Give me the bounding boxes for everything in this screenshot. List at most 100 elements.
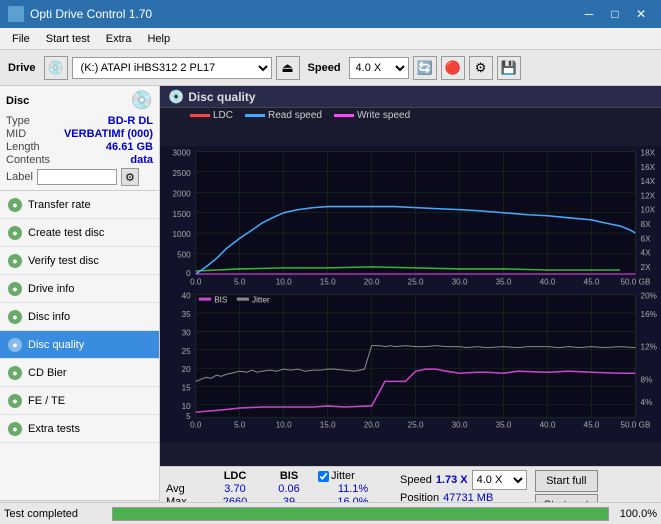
svg-text:5.0: 5.0 xyxy=(234,277,246,286)
svg-text:20.0: 20.0 xyxy=(364,420,380,429)
svg-text:20%: 20% xyxy=(641,292,657,301)
burn-button[interactable]: 🔴 xyxy=(441,56,465,80)
svg-text:20: 20 xyxy=(182,365,192,374)
jitter-checkbox[interactable] xyxy=(318,471,329,482)
svg-text:2500: 2500 xyxy=(173,169,192,178)
drive-icon-btn[interactable]: 💿 xyxy=(44,56,68,80)
nav-cd-bier[interactable]: ● CD Bier xyxy=(0,359,159,387)
menu-start-test[interactable]: Start test xyxy=(38,31,98,47)
disc-mid-label: MID xyxy=(6,128,26,140)
disc-label-label: Label xyxy=(6,171,33,183)
nav-label-create-test: Create test disc xyxy=(28,227,104,239)
nav-disc-info[interactable]: ● Disc info xyxy=(0,303,159,331)
top-chart-legend: LDC Read speed Write speed xyxy=(160,108,661,123)
refresh-button[interactable]: 🔄 xyxy=(413,56,437,80)
svg-text:40.0: 40.0 xyxy=(540,420,556,429)
svg-text:12X: 12X xyxy=(641,191,656,200)
nav-drive-info[interactable]: ● Drive info xyxy=(0,275,159,303)
svg-text:20.0: 20.0 xyxy=(364,277,380,286)
nav-icon-extra-tests: ● xyxy=(8,422,22,436)
svg-text:35: 35 xyxy=(182,310,192,319)
settings-button[interactable]: ⚙ xyxy=(469,56,493,80)
drive-select[interactable]: (K:) ATAPI iHBS312 2 PL17 xyxy=(72,57,272,79)
svg-text:30: 30 xyxy=(182,328,192,337)
status-text: Test completed xyxy=(4,508,104,520)
stats-avg-jitter: 11.1% xyxy=(318,483,388,495)
legend-read-speed-color xyxy=(245,114,265,117)
disc-contents-value: data xyxy=(130,154,153,166)
stats-avg-bis: 0.06 xyxy=(264,483,314,495)
svg-text:10.0: 10.0 xyxy=(276,420,292,429)
save-button[interactable]: 💾 xyxy=(497,56,521,80)
svg-text:15.0: 15.0 xyxy=(320,420,336,429)
svg-text:45.0: 45.0 xyxy=(584,277,600,286)
speed-label: Speed xyxy=(304,62,345,74)
svg-text:8X: 8X xyxy=(641,220,652,229)
svg-text:8%: 8% xyxy=(641,375,653,384)
disc-type-label: Type xyxy=(6,115,30,127)
nav-label-transfer-rate: Transfer rate xyxy=(28,199,91,211)
disc-contents-row: Contents data xyxy=(6,154,153,166)
nav-icon-verify-test: ● xyxy=(8,254,22,268)
nav-items: ● Transfer rate ● Create test disc ● Ver… xyxy=(0,191,159,500)
close-button[interactable]: ✕ xyxy=(629,5,653,23)
legend-ldc: LDC xyxy=(190,110,233,121)
svg-text:4%: 4% xyxy=(641,398,653,407)
toolbar: Drive 💿 (K:) ATAPI iHBS312 2 PL17 ⏏ Spee… xyxy=(0,50,661,86)
menu-extra[interactable]: Extra xyxy=(98,31,140,47)
nav-label-fe-te: FE / TE xyxy=(28,395,65,407)
svg-text:2000: 2000 xyxy=(173,189,192,198)
menu-help[interactable]: Help xyxy=(139,31,178,47)
svg-text:15.0: 15.0 xyxy=(320,277,336,286)
nav-icon-disc-quality: ● xyxy=(8,338,22,352)
maximize-button[interactable]: □ xyxy=(603,5,627,23)
nav-create-test-disc[interactable]: ● Create test disc xyxy=(0,219,159,247)
nav-label-cd-bier: CD Bier xyxy=(28,367,67,379)
eject-button[interactable]: ⏏ xyxy=(276,56,300,80)
svg-text:2X: 2X xyxy=(641,263,652,272)
svg-text:Jitter: Jitter xyxy=(252,296,270,305)
nav-transfer-rate[interactable]: ● Transfer rate xyxy=(0,191,159,219)
start-full-button[interactable]: Start full xyxy=(535,470,598,492)
menubar: File Start test Extra Help xyxy=(0,28,661,50)
nav-label-verify-test: Verify test disc xyxy=(28,255,99,267)
nav-icon-drive-info: ● xyxy=(8,282,22,296)
svg-text:50.0 GB: 50.0 GB xyxy=(620,420,650,429)
svg-text:45.0: 45.0 xyxy=(584,420,600,429)
nav-disc-quality[interactable]: ● Disc quality xyxy=(0,331,159,359)
stats-empty xyxy=(166,470,206,482)
stats-ldc-header: LDC xyxy=(210,470,260,482)
menu-file[interactable]: File xyxy=(4,31,38,47)
nav-icon-disc-info: ● xyxy=(8,310,22,324)
svg-text:50.0 GB: 50.0 GB xyxy=(620,277,650,286)
disc-label-input[interactable] xyxy=(37,169,117,185)
svg-text:18X: 18X xyxy=(641,148,656,157)
stats-bis-header: BIS xyxy=(264,470,314,482)
disc-type-row: Type BD-R DL xyxy=(6,115,153,127)
svg-text:10.0: 10.0 xyxy=(276,277,292,286)
svg-text:35.0: 35.0 xyxy=(496,420,512,429)
svg-text:6X: 6X xyxy=(641,234,652,243)
stats-avg-label: Avg xyxy=(166,483,206,495)
jitter-label: Jitter xyxy=(331,470,355,482)
svg-text:35.0: 35.0 xyxy=(496,277,512,286)
titlebar-controls: ─ □ ✕ xyxy=(577,5,653,23)
nav-extra-tests[interactable]: ● Extra tests xyxy=(0,415,159,443)
main-layout: Disc 💿 Type BD-R DL MID VERBATIMf (000) … xyxy=(0,86,661,524)
titlebar: Opti Drive Control 1.70 ─ □ ✕ xyxy=(0,0,661,28)
disc-label-row: Label ⚙ xyxy=(6,168,153,186)
disc-label-button[interactable]: ⚙ xyxy=(121,168,139,186)
minimize-button[interactable]: ─ xyxy=(577,5,601,23)
svg-text:12%: 12% xyxy=(641,343,657,352)
disc-header: Disc 💿 xyxy=(6,90,153,111)
speed-stat-value: 1.73 X xyxy=(436,474,468,486)
svg-text:1500: 1500 xyxy=(173,210,192,219)
app-icon xyxy=(8,6,24,22)
nav-verify-test-disc[interactable]: ● Verify test disc xyxy=(0,247,159,275)
nav-label-extra-tests: Extra tests xyxy=(28,423,80,435)
disc-mid-row: MID VERBATIMf (000) xyxy=(6,128,153,140)
nav-fe-te[interactable]: ● FE / TE xyxy=(0,387,159,415)
disc-title: Disc xyxy=(6,95,29,107)
speed-stat-select[interactable]: 4.0 X xyxy=(472,470,527,490)
speed-select[interactable]: 4.0 X xyxy=(349,57,409,79)
